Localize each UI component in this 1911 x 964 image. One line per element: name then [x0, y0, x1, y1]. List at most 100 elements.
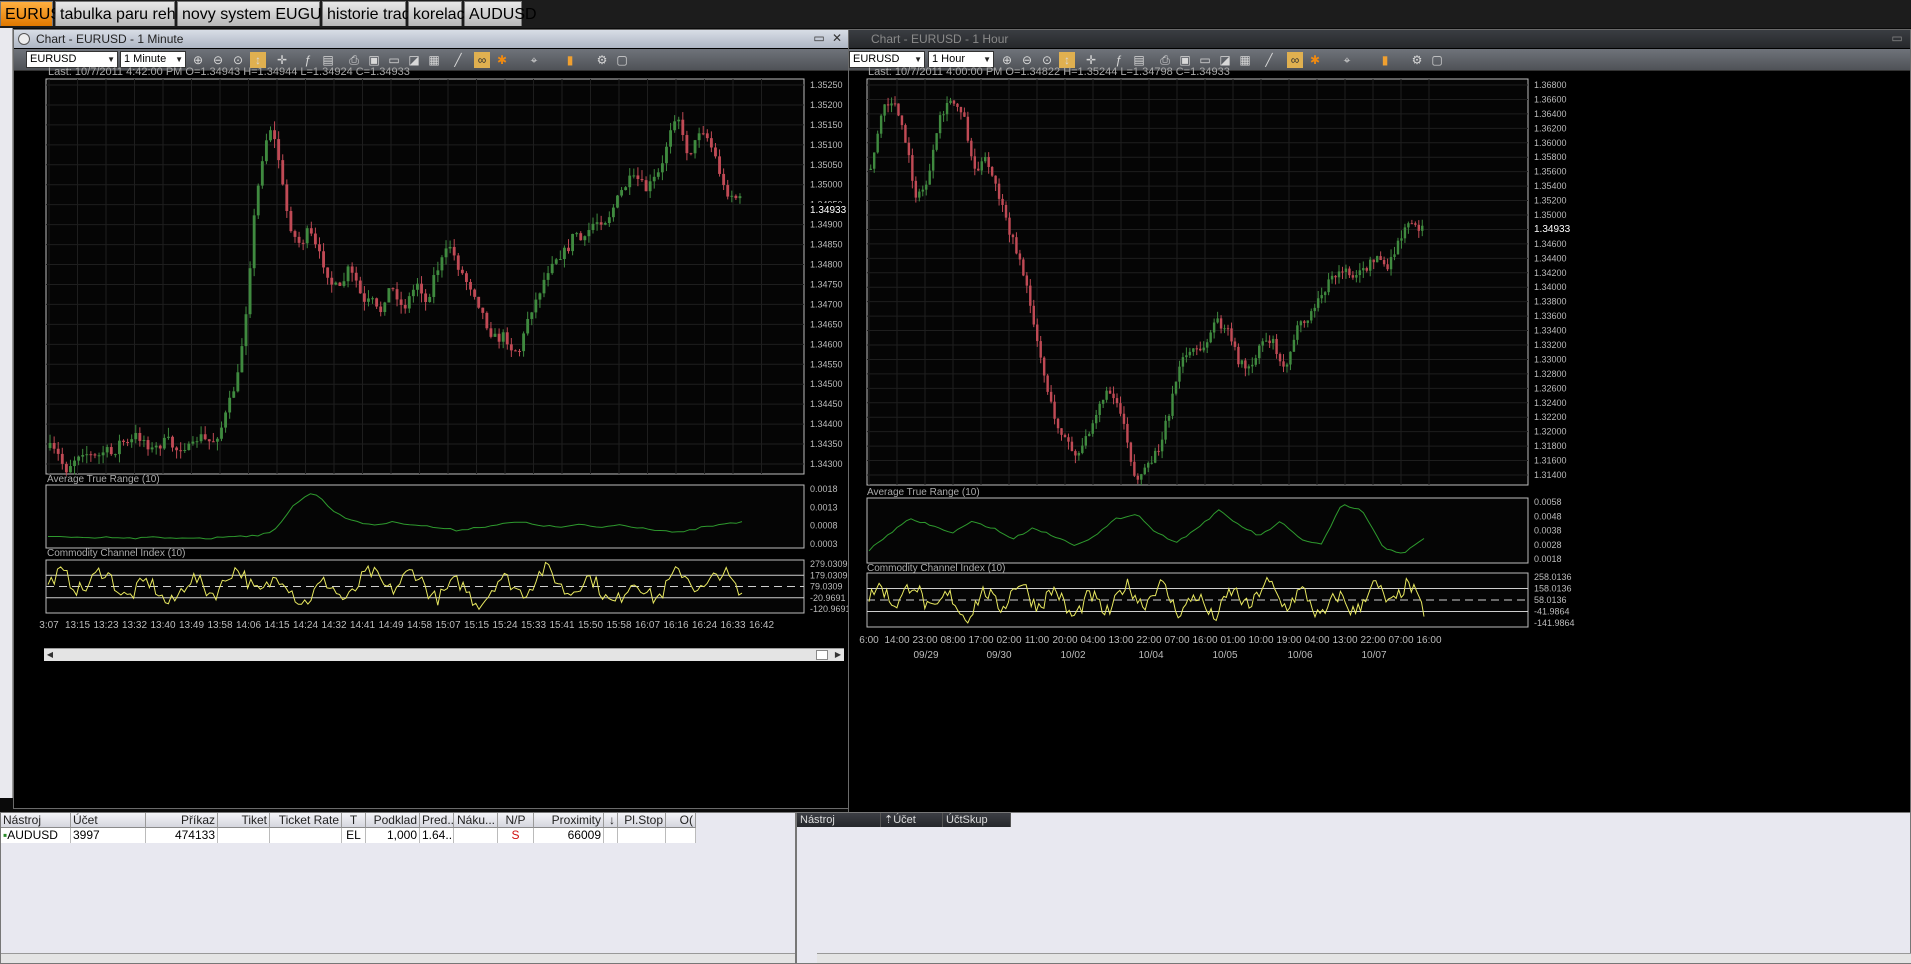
col-header[interactable]: O( — [666, 813, 696, 828]
price-tick-label: 1.33600 — [1534, 311, 1567, 321]
price-tick-label: 1.35600 — [1534, 167, 1567, 177]
col-header[interactable]: Náku... — [454, 813, 498, 828]
table-cell-instrument: ▪AUDUSD — [1, 828, 71, 843]
chart-canvas-1-minute[interactable]: 1.35250 1.35200 1.35150 1.35100 1.35050 1.350… — [14, 30, 848, 810]
tab-eurusd[interactable]: EURUSD — [0, 1, 73, 26]
sort-asc-icon: ⇡ — [884, 814, 894, 826]
time-tick-label: 13:49 — [179, 620, 204, 631]
time-tick-label: 14:32 — [321, 620, 346, 631]
tab-korelace[interactable]: korelace — [408, 1, 473, 26]
time-tick-label: 20:00 — [1052, 635, 1077, 646]
price-tick-label: 1.33400 — [1534, 326, 1567, 336]
date-tick-label: 10/04 — [1138, 650, 1163, 661]
date-tick-label: 10/05 — [1212, 650, 1237, 661]
time-tick-label: 13:23 — [93, 620, 118, 631]
price-tick-label: 1.32000 — [1534, 427, 1567, 437]
col-header[interactable]: Podklad — [366, 813, 420, 828]
price-tick-label: 1.34400 — [810, 419, 843, 429]
tab-tabulka-paru[interactable]: tabulka paru rehled — [55, 1, 197, 26]
tab-audusd[interactable]: AUDUSD — [464, 1, 537, 26]
candle — [248, 261, 252, 318]
positions-panel: Nástroj ⇡Účet ÚčtSkup — [796, 812, 1911, 964]
col-header-uctskup[interactable]: ÚčtSkup — [943, 813, 1011, 827]
col-header[interactable]: Nástroj — [1, 813, 71, 828]
candle — [477, 296, 481, 309]
scroll-left-icon[interactable]: ◀ — [44, 649, 56, 661]
col-header[interactable]: Proximity — [534, 813, 604, 828]
workspace-tabbar: EURUSD tabulka paru rehled novy system E… — [0, 0, 1911, 28]
scroll-thumb[interactable] — [816, 650, 828, 660]
date-tick-label: 10/02 — [1060, 650, 1085, 661]
col-header-nastroj[interactable]: Nástroj — [797, 813, 881, 827]
col-header[interactable]: Pred... — [420, 813, 454, 828]
candle — [485, 311, 489, 331]
time-tick-label: 13:40 — [150, 620, 175, 631]
table-cell-np: S — [498, 828, 534, 843]
time-tick-label: 15:15 — [464, 620, 489, 631]
candle — [1174, 381, 1178, 396]
col-header-ucet[interactable]: ⇡Účet — [881, 813, 943, 827]
last-price-label: 1.34933 — [810, 205, 847, 216]
time-tick-label: 07:00 — [1388, 635, 1413, 646]
cci-tick-label: 179.0309 — [810, 570, 848, 580]
candle — [1237, 343, 1240, 368]
tab-historie-tradu[interactable]: historie tradu — [322, 1, 420, 26]
chart-window-1-hour[interactable]: Chart - EURUSD - 1 Hour ▭ EURUSD ▼ 1 Hour… — [848, 29, 1911, 829]
col-header[interactable]: Pl.Stop — [618, 813, 666, 828]
candle — [1046, 373, 1049, 395]
atr-tick-label: 0.0018 — [810, 484, 838, 494]
table-cell-proximity: 66009 — [534, 828, 604, 843]
time-tick-label: 6:00 — [859, 635, 879, 646]
date-tick-label: 09/30 — [986, 650, 1011, 661]
price-tick-label: 1.33800 — [1534, 297, 1567, 307]
scroll-right-icon[interactable]: ▶ — [832, 649, 844, 661]
time-tick-label: 14:41 — [350, 620, 375, 631]
col-header[interactable]: N/P — [498, 813, 534, 828]
time-tick-label: 13:15 — [65, 620, 90, 631]
main-price-pane[interactable] — [45, 78, 805, 475]
price-tick-label: 1.35150 — [810, 120, 843, 130]
col-header[interactable]: Příkaz — [146, 813, 218, 828]
time-tick-label: 13:00 — [1108, 635, 1133, 646]
chart-horizontal-scrollbar[interactable]: ◀ ▶ — [44, 648, 844, 661]
chart-canvas-1-hour[interactable]: 1.36800 1.36600 1.36400 1.36200 1.36000 1.358… — [849, 30, 1910, 830]
candle — [387, 288, 391, 303]
price-tick-label: 1.34650 — [810, 319, 843, 329]
price-tick-label: 1.31600 — [1534, 456, 1567, 466]
time-tick-label: 04:00 — [1080, 635, 1105, 646]
time-tick-label: 13:58 — [207, 620, 232, 631]
cci-tick-label: -120.9691 — [810, 604, 848, 614]
cci-tick-label: 258.0136 — [1534, 572, 1572, 582]
col-header[interactable]: Účet — [71, 813, 146, 828]
positions-horizontal-scrollbar[interactable] — [817, 953, 1911, 963]
col-header[interactable]: ↓ — [604, 813, 618, 828]
time-tick-label: 15:41 — [549, 620, 574, 631]
atr-pane[interactable] — [45, 484, 805, 549]
time-tick-label: 02:00 — [996, 635, 1021, 646]
atr-tick-label: 0.0008 — [810, 521, 838, 531]
table-cell-pl-stop — [618, 828, 666, 843]
col-header[interactable]: T — [342, 813, 366, 828]
orders-horizontal-scrollbar[interactable] — [1, 953, 795, 963]
col-header[interactable]: Tiket — [218, 813, 270, 828]
tab-novy-system[interactable]: novy system EUGUUCH — [177, 1, 356, 26]
time-tick-label: 16:00 — [1192, 635, 1217, 646]
time-tick-label: 15:33 — [521, 620, 546, 631]
time-tick-label: 11:00 — [1025, 635, 1050, 646]
atr-pane[interactable] — [866, 497, 1529, 564]
cci-tick-label: -141.9864 — [1534, 618, 1575, 628]
candle — [1022, 257, 1025, 277]
time-tick-label: 16:42 — [749, 620, 774, 631]
price-tick-label: 1.32400 — [1534, 398, 1567, 408]
col-header[interactable]: Ticket Rate — [270, 813, 342, 828]
price-tick-label: 1.35800 — [1534, 152, 1567, 162]
price-tick-label: 1.34400 — [1534, 253, 1567, 263]
positions-table-header: Nástroj ⇡Účet ÚčtSkup — [797, 813, 1017, 827]
table-cell-buy — [454, 828, 498, 843]
time-tick-label: 14:49 — [378, 620, 403, 631]
candle — [897, 103, 900, 117]
chart-window-1-minute[interactable]: Chart - EURUSD - 1 Minute ▭ ✕ EURUSD ▼ 1 … — [13, 29, 849, 809]
date-tick-label: 09/29 — [913, 650, 938, 661]
price-tick-label: 1.35000 — [810, 180, 843, 190]
time-tick-label: 22:00 — [1360, 635, 1385, 646]
